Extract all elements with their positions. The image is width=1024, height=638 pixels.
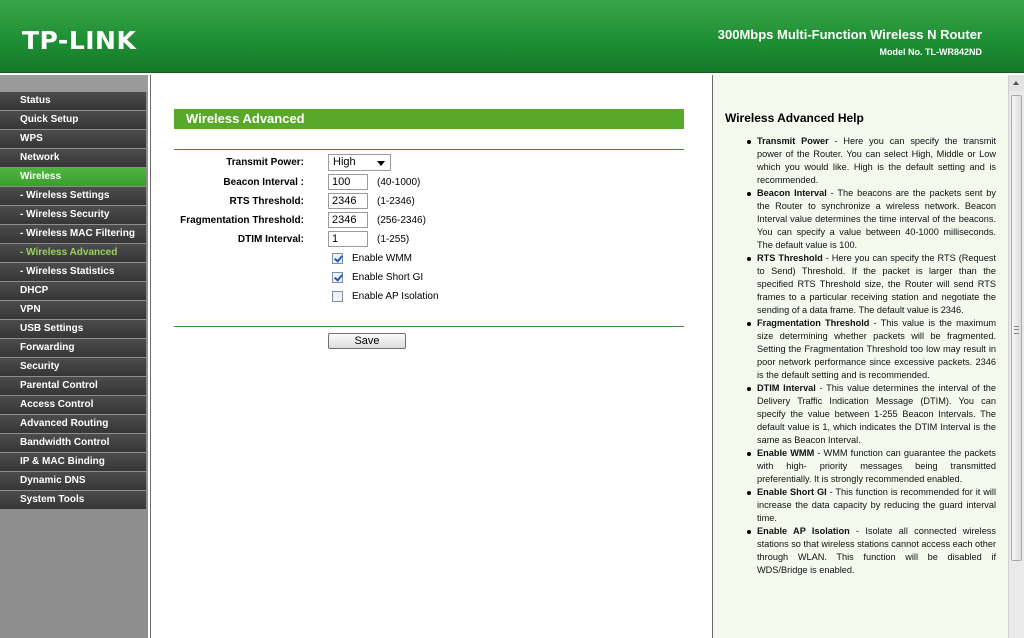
sidebar-item-advanced-routing[interactable]: Advanced Routing — [0, 415, 146, 433]
sidebar-item-wps[interactable]: WPS — [0, 130, 146, 148]
sidebar-item-dhcp[interactable]: DHCP — [0, 282, 146, 300]
sidebar-item-vpn[interactable]: VPN — [0, 301, 146, 319]
bottom-divider — [174, 326, 684, 327]
enable-ap-isolation-label: Enable AP Isolation — [352, 291, 439, 302]
sidebar-item-quick-setup[interactable]: Quick Setup — [0, 111, 146, 129]
sidebar-item-usb-settings[interactable]: USB Settings — [0, 320, 146, 338]
sidebar-item-wireless-statistics[interactable]: - Wireless Statistics — [0, 263, 146, 281]
header-banner: TP-LINK 300Mbps Multi-Function Wireless … — [0, 0, 1024, 73]
sidebar-item-wireless-advanced[interactable]: - Wireless Advanced — [0, 244, 146, 262]
dtim-interval-input[interactable]: 1 — [328, 231, 368, 247]
chevron-down-icon — [377, 161, 385, 166]
beacon-interval-label: Beacon Interval : — [223, 177, 304, 188]
fragmentation-threshold-range: (256-2346) — [377, 215, 426, 226]
help-item-rts-threshold: RTS Threshold - Here you can specify the… — [747, 252, 996, 317]
sidebar-item-wireless-security[interactable]: - Wireless Security — [0, 206, 146, 224]
product-title: 300Mbps Multi-Function Wireless N Router — [717, 27, 982, 42]
help-item-enable-wmm: Enable WMM - WMM function can guarantee … — [747, 447, 996, 486]
sidebar: Status Quick Setup WPS Network Wireless … — [0, 75, 148, 638]
sidebar-item-wireless-settings[interactable]: - Wireless Settings — [0, 187, 146, 205]
enable-short-gi-checkbox[interactable] — [332, 272, 343, 283]
help-item-beacon-interval: Beacon Interval - The beacons are the pa… — [747, 187, 996, 252]
fragmentation-threshold-input[interactable]: 2346 — [328, 212, 368, 228]
help-item-enable-ap-isolation: Enable AP Isolation - Isolate all connec… — [747, 525, 996, 577]
beacon-interval-row: Beacon Interval : 100 (40-1000) — [151, 174, 712, 192]
help-term: Enable AP Isolation — [757, 526, 850, 536]
help-term: DTIM Interval — [757, 383, 816, 393]
fragmentation-threshold-row: Fragmentation Threshold: 2346 (256-2346) — [151, 212, 712, 230]
sidebar-item-bandwidth-control[interactable]: Bandwidth Control — [0, 434, 146, 452]
help-title: Wireless Advanced Help — [725, 111, 864, 125]
top-divider — [174, 149, 684, 150]
help-term: Fragmentation Threshold — [757, 318, 870, 328]
sidebar-top-band — [0, 75, 148, 92]
sidebar-item-wireless[interactable]: Wireless — [0, 168, 146, 186]
transmit-power-select[interactable]: High — [328, 154, 391, 171]
fragmentation-threshold-label: Fragmentation Threshold: — [180, 215, 304, 226]
enable-short-gi-label: Enable Short GI — [352, 272, 424, 283]
sidebar-item-system-tools[interactable]: System Tools — [0, 491, 146, 509]
help-term: Enable Short GI — [757, 487, 827, 497]
sidebar-item-ip-mac-binding[interactable]: IP & MAC Binding — [0, 453, 146, 471]
help-term: Enable WMM — [757, 448, 815, 458]
section-title: Wireless Advanced — [174, 109, 684, 129]
help-panel: Wireless Advanced Help Transmit Power - … — [712, 75, 1009, 638]
help-term: RTS Threshold — [757, 253, 823, 263]
help-scrollbar[interactable] — [1008, 75, 1024, 638]
sidebar-item-parental-control[interactable]: Parental Control — [0, 377, 146, 395]
help-item-fragmentation-threshold: Fragmentation Threshold - This value is … — [747, 317, 996, 382]
sidebar-item-security[interactable]: Security — [0, 358, 146, 376]
help-term: Beacon Interval — [757, 188, 827, 198]
save-button[interactable]: Save — [328, 333, 406, 349]
scroll-up-arrow-icon[interactable] — [1009, 75, 1024, 91]
help-item-dtim-interval: DTIM Interval - This value determines th… — [747, 382, 996, 447]
dtim-interval-label: DTIM Interval: — [237, 234, 304, 245]
transmit-power-label: Transmit Power: — [226, 157, 304, 168]
transmit-power-row: Transmit Power: High — [151, 154, 712, 172]
dtim-interval-row: DTIM Interval: 1 (1-255) — [151, 231, 712, 249]
rts-threshold-range: (1-2346) — [377, 196, 415, 207]
enable-ap-isolation-checkbox[interactable] — [332, 291, 343, 302]
sidebar-item-wireless-mac-filtering[interactable]: - Wireless MAC Filtering — [0, 225, 146, 243]
help-list: Transmit Power - Here you can specify th… — [747, 135, 996, 577]
help-item-transmit-power: Transmit Power - Here you can specify th… — [747, 135, 996, 187]
enable-wmm-label: Enable WMM — [352, 253, 413, 264]
sidebar-item-access-control[interactable]: Access Control — [0, 396, 146, 414]
transmit-power-value: High — [333, 156, 356, 168]
rts-threshold-input[interactable]: 2346 — [328, 193, 368, 209]
tp-link-logo: TP-LINK — [22, 26, 137, 55]
scrollbar-thumb[interactable] — [1011, 95, 1022, 561]
help-item-enable-short-gi: Enable Short GI - This function is recom… — [747, 486, 996, 525]
enable-wmm-checkbox[interactable] — [332, 253, 343, 264]
scrollbar-grip-icon — [1014, 326, 1019, 334]
rts-threshold-label: RTS Threshold: — [229, 196, 304, 207]
sidebar-item-status[interactable]: Status — [0, 92, 146, 110]
model-number: Model No. TL-WR842ND — [879, 47, 983, 57]
main-content: Wireless Advanced Transmit Power: High B… — [150, 75, 712, 638]
dtim-interval-range: (1-255) — [377, 234, 410, 245]
rts-threshold-row: RTS Threshold: 2346 (1-2346) — [151, 193, 712, 211]
beacon-interval-range: (40-1000) — [377, 177, 421, 188]
help-term: Transmit Power — [757, 136, 829, 146]
sidebar-item-network[interactable]: Network — [0, 149, 146, 167]
sidebar-item-dynamic-dns[interactable]: Dynamic DNS — [0, 472, 146, 490]
beacon-interval-input[interactable]: 100 — [328, 174, 368, 190]
sidebar-item-forwarding[interactable]: Forwarding — [0, 339, 146, 357]
